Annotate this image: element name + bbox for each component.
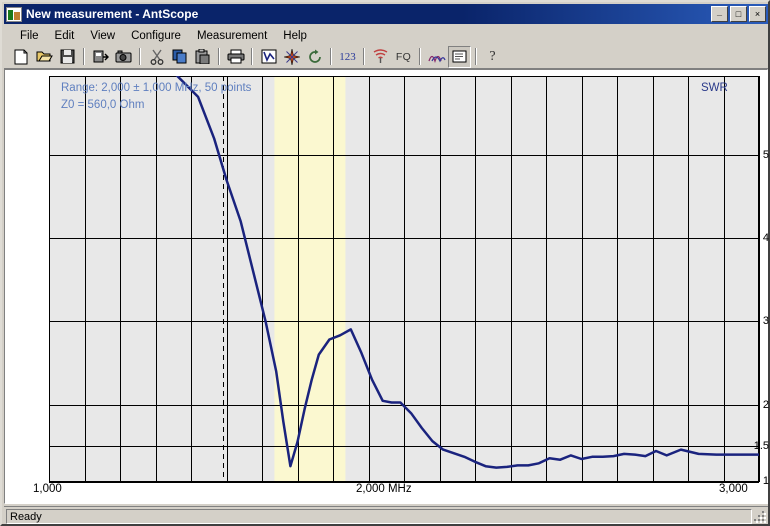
status-text: Ready	[6, 508, 752, 524]
chart-client-area: 5 4 3 2 1.5 1 1,000 2,000 MHz 3,000 Rang…	[4, 69, 769, 505]
menu-item-help[interactable]: Help	[275, 29, 315, 43]
status-bar: Ready	[4, 506, 768, 524]
toolbar-separator	[251, 48, 253, 65]
title-bar: New measurement - AntScope _ □ ×	[4, 4, 768, 24]
minimize-button[interactable]: _	[711, 6, 728, 22]
x-tick-3000: 3,000	[719, 483, 748, 495]
new-button[interactable]	[10, 46, 33, 68]
notes-button[interactable]	[448, 45, 471, 68]
toolbar-separator	[218, 48, 220, 65]
numbers-button[interactable]: 123	[336, 46, 359, 68]
menu-item-configure[interactable]: Configure	[123, 29, 189, 43]
minimize-icon: _	[716, 7, 722, 17]
save-icon	[60, 49, 75, 64]
menu-item-edit[interactable]: Edit	[47, 29, 83, 43]
toolbar: 123 FQ ?	[4, 45, 768, 69]
cut-button[interactable]	[145, 46, 168, 68]
smith-chart-icon	[283, 48, 300, 65]
toolbar-separator	[363, 48, 365, 65]
toolbar-separator	[139, 48, 141, 65]
window-controls: _ □ ×	[711, 6, 766, 22]
save-button[interactable]	[56, 46, 79, 68]
y-tick-2: 2	[762, 399, 769, 411]
refresh-button[interactable]	[303, 46, 326, 68]
multi-curve-icon	[427, 55, 446, 63]
range-annotation: Range: 2,000 ± 1,000 MHz, 50 points	[61, 82, 252, 94]
resize-grip[interactable]	[752, 509, 766, 523]
toolbar-separator	[475, 48, 477, 65]
print-icon	[227, 49, 244, 64]
numbers-icon: 123	[339, 50, 356, 63]
antscope-icon	[6, 6, 22, 22]
antenna-button[interactable]	[369, 46, 392, 68]
open-icon	[36, 51, 53, 62]
paste-button[interactable]	[191, 46, 214, 68]
new-icon	[14, 49, 28, 64]
series-label: SWR	[701, 82, 728, 94]
fq-icon: FQ	[395, 50, 412, 63]
menu-item-measurement[interactable]: Measurement	[189, 29, 275, 43]
menu-item-view[interactable]: View	[82, 29, 123, 43]
maximize-button[interactable]: □	[730, 6, 747, 22]
y-tick-4: 4	[762, 232, 769, 244]
smith-chart-button[interactable]	[280, 46, 303, 68]
x-tick-1000: 1,000	[33, 483, 62, 495]
help-icon: ?	[489, 48, 496, 64]
cut-icon	[150, 49, 163, 65]
z0-annotation: Z0 = 560,0 Ohm	[61, 99, 145, 111]
notes-icon	[452, 50, 467, 63]
print-button[interactable]	[224, 46, 247, 68]
paste-icon	[195, 49, 210, 64]
menu-bar: File Edit View Configure Measurement Hel…	[4, 26, 768, 45]
menu-item-file[interactable]: File	[12, 29, 47, 43]
close-button[interactable]: ×	[749, 6, 766, 22]
refresh-icon	[308, 49, 321, 63]
window-title: New measurement - AntScope	[26, 7, 199, 21]
swr-plot[interactable]: 5 4 3 2 1.5 1 1,000 2,000 MHz 3,000 Rang…	[5, 70, 769, 505]
y-tick-3: 3	[762, 315, 769, 327]
export-button[interactable]	[89, 46, 112, 68]
x-tick-2000: 2,000 MHz	[356, 483, 412, 495]
toolbar-separator	[83, 48, 85, 65]
open-button[interactable]	[33, 46, 56, 68]
copy-button[interactable]	[168, 46, 191, 68]
chart-icon	[261, 49, 276, 64]
copy-icon	[172, 49, 186, 64]
toolbar-separator	[419, 48, 421, 65]
close-icon: ×	[754, 9, 761, 19]
toolbar-separator	[330, 48, 332, 65]
camera-icon	[115, 50, 132, 63]
fq-button[interactable]: FQ	[392, 46, 415, 68]
multi-curve-button[interactable]	[425, 46, 448, 68]
export-icon	[93, 50, 109, 63]
chart-view-button[interactable]	[257, 46, 280, 68]
y-tick-1p5: 1.5	[753, 440, 769, 452]
application-window: New measurement - AntScope _ □ × File Ed…	[0, 0, 770, 526]
help-button[interactable]: ?	[481, 46, 504, 68]
antenna-icon	[373, 49, 388, 63]
plot-canvas[interactable]	[5, 70, 769, 505]
maximize-icon: □	[735, 9, 742, 19]
camera-button[interactable]	[112, 46, 135, 68]
y-tick-5: 5	[762, 149, 769, 161]
